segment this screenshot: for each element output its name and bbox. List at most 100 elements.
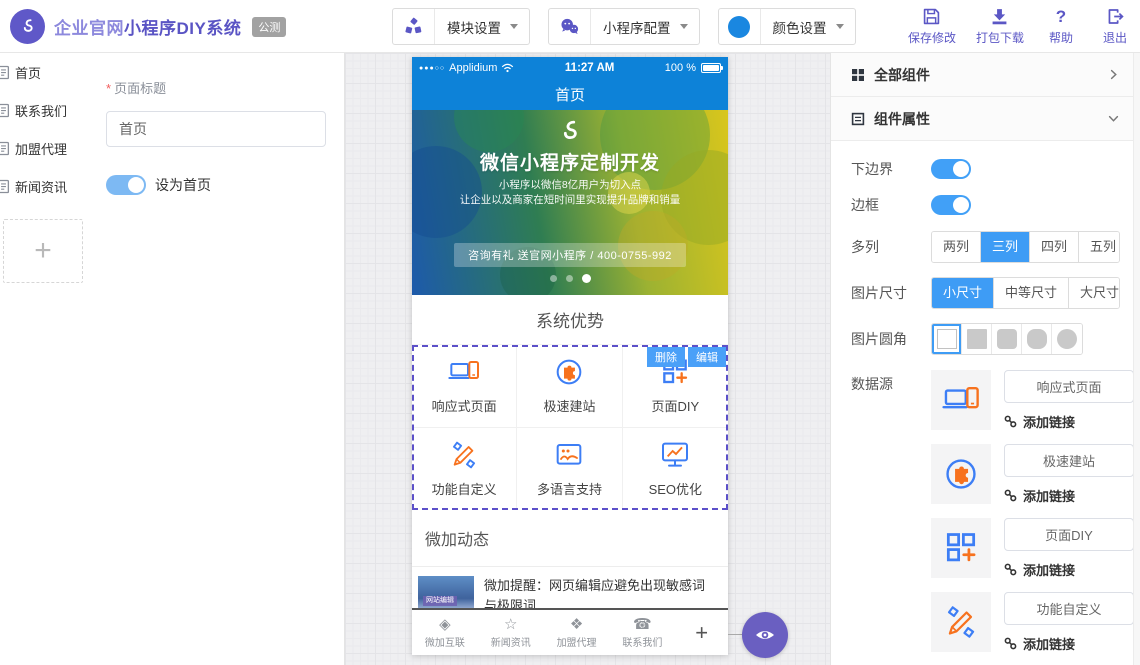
phone-preview: ●●●○○ Applidium 11:27 AM 100 % 首页 微信小程序定… (412, 57, 728, 655)
border-label: 边框 (851, 195, 931, 215)
news-section-title: 微加动态 (412, 510, 728, 567)
tab-news[interactable]: ☆ 新闻资讯 (478, 610, 544, 655)
all-components-header[interactable]: 全部组件 (831, 53, 1140, 97)
radius-option-more-rounded[interactable] (1022, 324, 1052, 354)
wifi-icon (501, 63, 514, 73)
link-icon (1004, 637, 1017, 650)
img-radius-group (931, 323, 1083, 355)
delete-component-button[interactable]: 删除 (647, 347, 685, 367)
radius-option-circle[interactable] (1052, 324, 1082, 354)
miniprogram-config-button[interactable]: 小程序配置 (548, 8, 700, 45)
hero-title: 微信小程序定制开发 (412, 148, 728, 175)
tabbar-add-button[interactable]: + (675, 610, 728, 655)
datasource-name-input[interactable] (1004, 592, 1134, 625)
tags-icon: ❖ (570, 617, 583, 632)
chevron-down-icon (1107, 112, 1120, 125)
carousel-dot[interactable] (566, 275, 573, 282)
download-button[interactable]: 打包下载 (976, 7, 1024, 46)
datasource-label: 数据源 (851, 370, 931, 394)
exit-button[interactable]: 退出 (1098, 7, 1132, 46)
tab-label: 微加互联 (425, 634, 465, 649)
edit-component-button[interactable]: 编辑 (688, 347, 726, 367)
brand-tab-icon: ◈ (439, 617, 451, 632)
help-button[interactable]: ? 帮助 (1044, 7, 1078, 46)
tab-contact[interactable]: ☎ 联系我们 (609, 610, 675, 655)
img-size-row: 图片尺寸 小尺寸 中等尺寸 大尺寸 (851, 277, 1120, 309)
feature-cell-multilang[interactable]: 多语言支持 (517, 428, 622, 511)
add-link-button[interactable]: 添加链接 (1004, 412, 1134, 431)
inspector-scrollbar[interactable] (1133, 53, 1140, 665)
header-menus: 模块设置 小程序配置 颜色设置 (392, 8, 856, 45)
columns-option-4[interactable]: 四列 (1030, 232, 1079, 262)
datasource-name-input[interactable] (1004, 518, 1134, 551)
status-time: 11:27 AM (514, 62, 664, 74)
border-toggle[interactable] (931, 195, 971, 215)
add-page-button[interactable]: + (3, 219, 83, 283)
feature-cell-speed[interactable]: 极速建站 (517, 345, 622, 428)
columns-option-5[interactable]: 五列 (1079, 232, 1120, 262)
feature-grid-component[interactable]: 响应式页面 极速建站 页面DIY 功能自定义 多语言支持 SEO优化 (412, 345, 728, 510)
img-size-large[interactable]: 大尺寸 (1069, 278, 1120, 308)
set-home-row: 设为首页 (106, 175, 326, 195)
datasource-item: 添加链接 (931, 370, 1134, 431)
add-link-button[interactable]: 添加链接 (1004, 560, 1134, 579)
app-header: 企业官网小程序DIY系统 公测 模块设置 小程序配置 颜色设置 保存修改 打包下… (0, 0, 1140, 53)
save-button[interactable]: 保存修改 (908, 7, 956, 46)
download-label: 打包下载 (976, 29, 1024, 46)
responsive-icon (448, 356, 480, 388)
radius-option-square[interactable] (962, 324, 992, 354)
sidebar-item-news[interactable]: 新闻资讯 (0, 167, 88, 205)
inspector-panel: 全部组件 组件属性 下边界 边框 多列 两列 三列 四列 五列 图片尺寸 (830, 53, 1140, 665)
page-title-input[interactable] (106, 111, 326, 147)
img-size-small-selected[interactable]: 小尺寸 (932, 278, 994, 308)
carousel-dot-active[interactable] (582, 274, 591, 283)
add-link-button[interactable]: 添加链接 (1004, 634, 1134, 653)
feature-label: 极速建站 (543, 396, 595, 415)
required-mark: * (106, 81, 111, 96)
help-label: 帮助 (1049, 29, 1073, 46)
carousel-dot[interactable] (550, 275, 557, 282)
hero-cta-button[interactable]: 咨询有礼 送官网小程序 / 400-0755-992 (454, 243, 686, 267)
set-home-toggle[interactable] (106, 175, 146, 195)
img-size-medium[interactable]: 中等尺寸 (994, 278, 1069, 308)
datasource-list: 添加链接 添加链接 (931, 370, 1134, 665)
app-title-dark: 小程序DIY系统 (124, 19, 241, 38)
columns-option-3-selected[interactable]: 三列 (981, 232, 1030, 262)
feature-label: SEO优化 (649, 479, 702, 498)
feature-label: 功能自定义 (432, 479, 497, 498)
custom-function-icon (448, 439, 480, 471)
speed-build-icon (553, 356, 585, 388)
sidebar-item-label: 首页 (15, 63, 41, 82)
app-title-light: 企业官网 (54, 19, 124, 38)
preview-button[interactable] (742, 612, 788, 658)
beta-badge: 公测 (252, 17, 286, 37)
radius-option-none-selected[interactable] (932, 324, 962, 354)
sidebar-item-agency[interactable]: 加盟代理 (0, 129, 88, 167)
hero-banner[interactable]: 微信小程序定制开发 小程序以微信8亿用户为切入点 让企业以及商家在短时间里实现提… (412, 110, 728, 295)
component-props-header[interactable]: 组件属性 (831, 97, 1140, 141)
hero-cta-wrap: 咨询有礼 送官网小程序 / 400-0755-992 (412, 243, 728, 267)
feature-cell-custom[interactable]: 功能自定义 (412, 428, 517, 511)
color-settings-button[interactable]: 颜色设置 (718, 8, 856, 45)
bottom-border-toggle[interactable] (931, 159, 971, 179)
datasource-name-input[interactable] (1004, 370, 1134, 403)
phone-page-title: 首页 (555, 84, 585, 105)
tab-weijia[interactable]: ◈ 微加互联 (412, 610, 478, 655)
datasource-name-input[interactable] (1004, 444, 1134, 477)
img-size-segmented: 小尺寸 中等尺寸 大尺寸 (931, 277, 1120, 309)
seo-icon (659, 439, 691, 471)
save-label: 保存修改 (908, 29, 956, 46)
add-link-button[interactable]: 添加链接 (1004, 486, 1134, 505)
phone-status-bar: ●●●○○ Applidium 11:27 AM 100 % (412, 57, 728, 79)
feature-cell-seo[interactable]: SEO优化 (623, 428, 728, 511)
module-settings-button[interactable]: 模块设置 (392, 8, 530, 45)
download-icon (990, 7, 1009, 26)
columns-option-2[interactable]: 两列 (932, 232, 981, 262)
tab-agency[interactable]: ❖ 加盟代理 (544, 610, 610, 655)
sidebar-item-home[interactable]: 首页 (0, 53, 88, 91)
page-settings-panel: *页面标题 设为首页 (88, 53, 345, 665)
radius-option-rounded[interactable] (992, 324, 1022, 354)
sidebar-item-contact[interactable]: 联系我们 (0, 91, 88, 129)
feature-cell-responsive[interactable]: 响应式页面 (412, 345, 517, 428)
hero-logo-icon (412, 116, 728, 148)
